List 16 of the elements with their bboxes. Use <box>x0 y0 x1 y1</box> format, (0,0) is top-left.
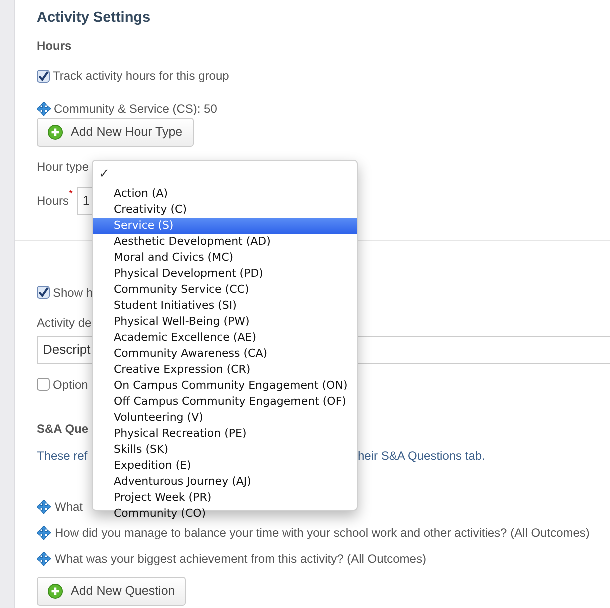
question-item: How did you manage to balance your time with your school work and other activities? (All Outcomes) <box>55 524 590 542</box>
checkbox-label: Track activity hours for this group <box>53 68 230 85</box>
section-title: Activity Settings <box>37 9 152 28</box>
question-item: What <box>55 498 84 516</box>
checkbox-label: Option <box>53 376 88 394</box>
required-mark: * <box>69 188 73 202</box>
note-text: These ref <box>37 448 88 465</box>
field-label: Hour type <box>37 158 90 176</box>
check-mark: ✓ <box>98 168 110 184</box>
field-label: Activity de <box>37 314 92 332</box>
section-heading: S&A Que <box>37 421 89 436</box>
question-item: What was your biggest achievement from this activity? (All Outcomes) <box>55 550 426 568</box>
note-text: heir S&A Questions tab. <box>358 448 486 465</box>
field-label: Hours <box>37 194 70 210</box>
section-heading: Hours <box>37 38 73 52</box>
hour-type-item: Community & Service (CS): 50 <box>54 101 218 118</box>
